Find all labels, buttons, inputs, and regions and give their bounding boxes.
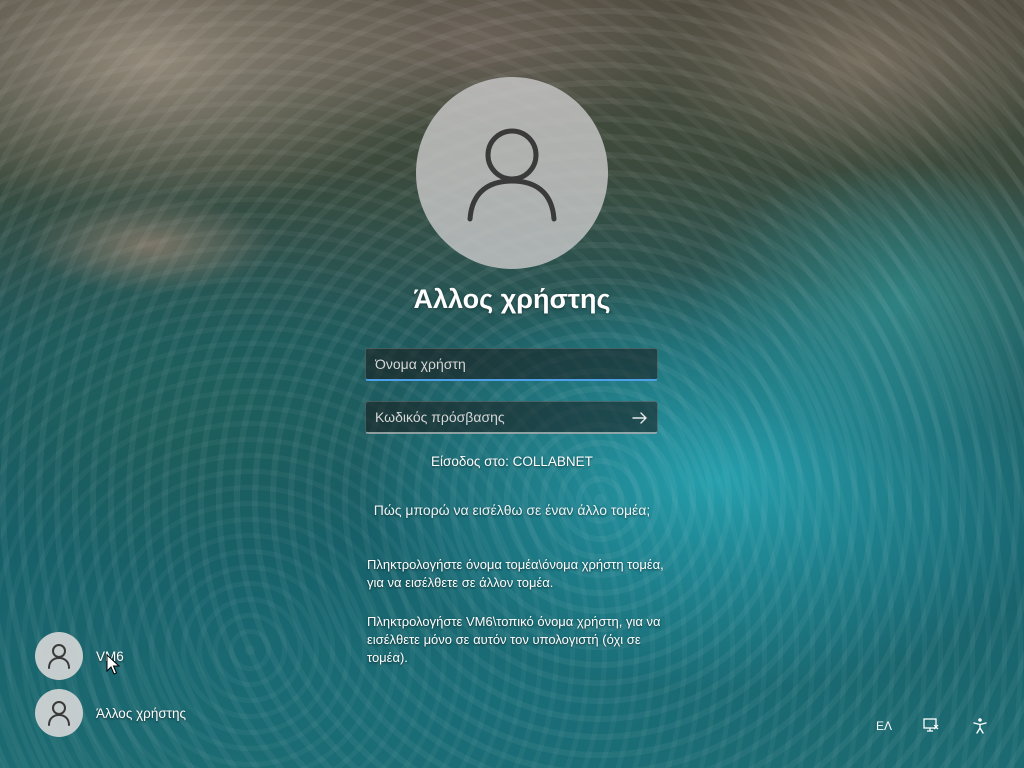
user-icon bbox=[467, 128, 557, 222]
password-field[interactable] bbox=[365, 401, 658, 434]
user-tile-other-user[interactable]: Άλλος χρήστης bbox=[35, 688, 235, 738]
user-icon bbox=[48, 701, 70, 726]
help-text-local: Πληκτρολογήστε VM6\τοπικό όνομα χρήστη, … bbox=[367, 614, 661, 665]
page-title: Άλλος χρήστης bbox=[413, 284, 611, 314]
user-tile-vm6[interactable]: VM6 bbox=[35, 631, 235, 681]
avatar bbox=[35, 632, 83, 680]
submit-button[interactable] bbox=[631, 409, 649, 427]
network-icon bbox=[923, 718, 939, 732]
help-question-link[interactable]: Πώς μπορώ να εισέλθω σε έναν άλλο τομέα; bbox=[372, 500, 652, 520]
large-user-avatar bbox=[416, 77, 608, 269]
accessibility-icon bbox=[973, 718, 987, 734]
avatar bbox=[35, 689, 83, 737]
user-icon bbox=[48, 644, 70, 669]
mouse-cursor-icon bbox=[106, 654, 120, 675]
signin-domain-text: Είσοδος στο: COLLABNET bbox=[431, 454, 593, 469]
help-text-domain: Πληκτρολογήστε όνομα τομέα\όνομα χρήστη … bbox=[367, 557, 664, 590]
user-tile-name: Άλλος χρήστης bbox=[96, 705, 187, 721]
accessibility-button[interactable] bbox=[968, 714, 992, 738]
network-button[interactable] bbox=[920, 714, 942, 738]
username-field[interactable] bbox=[365, 348, 658, 381]
arrow-right-icon bbox=[632, 412, 647, 424]
username-input[interactable] bbox=[366, 349, 657, 379]
language-indicator[interactable]: ΕΛ bbox=[872, 714, 896, 738]
password-input[interactable] bbox=[366, 402, 657, 432]
